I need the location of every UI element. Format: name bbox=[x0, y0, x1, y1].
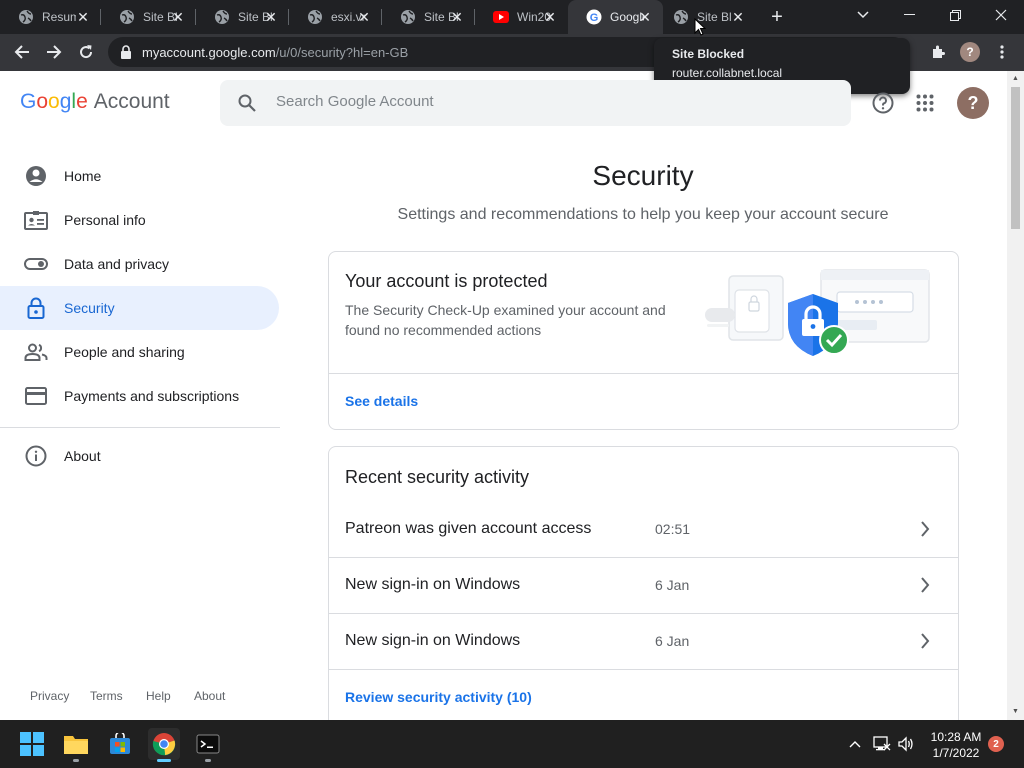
apps-grid-icon[interactable] bbox=[913, 91, 937, 115]
search-icon[interactable] bbox=[238, 94, 256, 117]
lock-icon bbox=[24, 296, 48, 320]
security-shield-illustration bbox=[705, 269, 930, 356]
terminal-icon[interactable] bbox=[192, 728, 224, 762]
url-text: myaccount.google.com/u/0/security?hl=en-… bbox=[142, 45, 409, 60]
review-activity-link[interactable]: Review security activity (10) bbox=[345, 689, 532, 705]
scroll-up-arrow-icon[interactable]: ▲ bbox=[1011, 74, 1020, 83]
globe-icon bbox=[214, 9, 230, 25]
page-subtitle: Settings and recommendations to help you… bbox=[397, 206, 889, 223]
sidebar-item-security[interactable]: Security bbox=[0, 286, 279, 330]
chevron-up-icon[interactable] bbox=[845, 734, 865, 754]
browser-tab-strip: Resume ✕ Site Blocked ✕ Site Blocked ✕ e… bbox=[0, 0, 1024, 34]
account-avatar[interactable]: ? bbox=[957, 87, 989, 119]
new-tab-button[interactable]: + bbox=[766, 7, 788, 27]
scroll-down-arrow-icon[interactable]: ▼ bbox=[1011, 707, 1020, 716]
close-tab-icon[interactable]: ✕ bbox=[75, 9, 91, 25]
notification-badge[interactable]: 2 bbox=[988, 736, 1004, 752]
globe-icon bbox=[673, 9, 689, 25]
search-box[interactable] bbox=[220, 80, 851, 126]
card-title: Recent security activity bbox=[345, 467, 530, 487]
card-title: Your account is protected bbox=[345, 271, 548, 291]
recent-activity-card: Recent security activity Patreon was giv… bbox=[328, 446, 959, 746]
more-menu-icon[interactable] bbox=[990, 40, 1014, 64]
close-tab-icon[interactable]: ✕ bbox=[637, 9, 653, 25]
forward-button[interactable] bbox=[42, 40, 66, 64]
close-tab-icon[interactable]: ✕ bbox=[730, 9, 746, 25]
globe-icon bbox=[119, 9, 135, 25]
microsoft-store-icon[interactable] bbox=[104, 728, 136, 760]
activity-row[interactable]: Patreon was given account access 02:51 bbox=[329, 502, 958, 558]
reload-button[interactable] bbox=[74, 40, 98, 64]
google-icon: G bbox=[586, 9, 602, 25]
close-tab-icon[interactable]: ✕ bbox=[542, 9, 558, 25]
extensions-icon[interactable] bbox=[926, 40, 950, 64]
footer-link-terms[interactable]: Terms bbox=[90, 689, 123, 703]
footer-link-help[interactable]: Help bbox=[146, 689, 171, 703]
minimize-button[interactable] bbox=[886, 0, 932, 30]
browser-tab[interactable]: Site Blocked ✕ bbox=[101, 0, 196, 34]
browser-tab[interactable]: Site Blocked ✕ bbox=[663, 0, 756, 34]
close-tab-icon[interactable]: ✕ bbox=[356, 9, 372, 25]
info-icon bbox=[24, 444, 48, 468]
sidebar-divider bbox=[0, 427, 280, 428]
sidebar-item-personal-info[interactable]: Personal info bbox=[0, 198, 279, 242]
page-scrollbar[interactable]: ▲ ▼ bbox=[1007, 71, 1024, 720]
sidebar-item-data-privacy[interactable]: Data and privacy bbox=[0, 242, 279, 286]
toggle-icon bbox=[24, 252, 48, 276]
volume-icon[interactable] bbox=[896, 734, 916, 754]
profile-button[interactable]: ? bbox=[958, 40, 982, 64]
start-button[interactable] bbox=[16, 728, 48, 760]
windows-taskbar bbox=[0, 720, 1024, 768]
browser-tab[interactable]: Win2022 ✕ bbox=[475, 0, 568, 34]
avatar: ? bbox=[960, 42, 980, 62]
globe-icon bbox=[307, 9, 323, 25]
search-input[interactable] bbox=[276, 93, 836, 110]
see-details-link[interactable]: See details bbox=[345, 393, 418, 409]
close-tab-icon[interactable]: ✕ bbox=[170, 9, 186, 25]
activity-row[interactable]: New sign-in on Windows 6 Jan bbox=[329, 614, 958, 670]
globe-icon bbox=[18, 9, 34, 25]
browser-tab[interactable]: Site Blocked ✕ bbox=[382, 0, 475, 34]
credit-card-icon bbox=[24, 384, 48, 408]
footer-link-privacy[interactable]: Privacy bbox=[30, 689, 69, 703]
activity-row[interactable]: New sign-in on Windows 6 Jan bbox=[329, 558, 958, 614]
google-wordmark: Google bbox=[20, 90, 88, 113]
globe-icon bbox=[400, 9, 416, 25]
footer-link-about[interactable]: About bbox=[194, 689, 225, 703]
svg-text:G: G bbox=[590, 12, 599, 24]
sidebar-item-home[interactable]: Home bbox=[0, 154, 279, 198]
chevron-right-icon bbox=[919, 519, 931, 544]
close-tab-icon[interactable]: ✕ bbox=[449, 9, 465, 25]
browser-tab-active[interactable]: G Google Account ✕ bbox=[568, 0, 663, 34]
browser-tab[interactable]: Site Blocked ✕ bbox=[196, 0, 289, 34]
mouse-pointer-icon bbox=[694, 17, 707, 41]
sidebar-item-about[interactable]: About bbox=[0, 434, 279, 478]
youtube-icon bbox=[493, 9, 509, 25]
page-title: Security bbox=[592, 160, 694, 191]
tab-search-icon[interactable] bbox=[840, 0, 886, 30]
browser-tab[interactable]: Resume ✕ bbox=[0, 0, 101, 34]
sidebar-item-people-sharing[interactable]: People and sharing bbox=[0, 330, 279, 374]
sidebar-item-payments[interactable]: Payments and subscriptions bbox=[0, 374, 279, 418]
account-circle-icon bbox=[24, 164, 48, 188]
browser-tab[interactable]: esxi.vmware ✕ bbox=[289, 0, 382, 34]
help-icon[interactable] bbox=[871, 91, 895, 115]
system-clock[interactable]: 10:28 AM 1/7/2022 bbox=[924, 729, 988, 761]
chevron-right-icon bbox=[919, 575, 931, 600]
chrome-icon[interactable] bbox=[148, 728, 180, 762]
card-description: The Security Check-Up examined your acco… bbox=[345, 302, 666, 338]
chevron-right-icon bbox=[919, 631, 931, 656]
lock-icon[interactable] bbox=[120, 45, 132, 64]
restore-button[interactable] bbox=[932, 0, 978, 30]
network-icon[interactable] bbox=[872, 734, 892, 754]
google-account-logo[interactable]: Google Account bbox=[20, 90, 170, 114]
people-icon bbox=[24, 340, 48, 364]
back-button[interactable] bbox=[10, 40, 34, 64]
id-card-icon bbox=[24, 208, 48, 232]
close-tab-icon[interactable]: ✕ bbox=[263, 9, 279, 25]
close-window-button[interactable] bbox=[978, 0, 1024, 30]
scrollbar-thumb[interactable] bbox=[1011, 87, 1020, 229]
account-protected-card: Your account is protected The Security C… bbox=[328, 251, 959, 430]
file-explorer-icon[interactable] bbox=[60, 728, 92, 762]
